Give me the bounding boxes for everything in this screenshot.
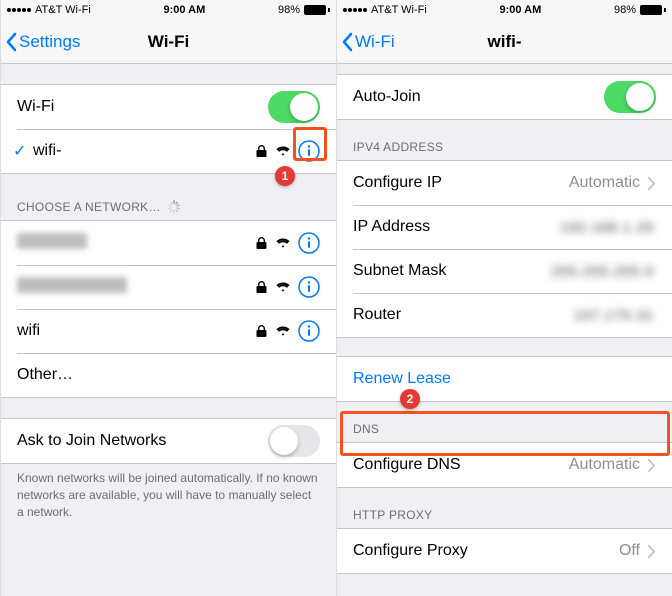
autojoin-switch[interactable] (604, 81, 656, 113)
callout-2: 2 (400, 389, 420, 409)
spinner-icon (167, 200, 181, 214)
configure-ip-value: Automatic (569, 174, 640, 192)
signal-dots-icon (7, 8, 31, 12)
configure-ip-row[interactable]: Configure IP Automatic (337, 161, 672, 205)
carrier-label: AT&T Wi-Fi (371, 4, 427, 16)
status-bar: AT&T Wi-Fi 9:00 AM 98% (1, 0, 336, 20)
nav-bar: Settings Wi-Fi (1, 20, 336, 64)
router-row: Router 107.170.31 (337, 293, 672, 337)
ask-join-label: Ask to Join Networks (17, 432, 268, 450)
ask-join-switch[interactable] (268, 425, 320, 457)
wifi-icon (276, 144, 290, 158)
wifi-icon (276, 236, 290, 250)
subnet-mask-value: 255.255.255.0 (551, 263, 654, 279)
battery-icon (304, 5, 330, 15)
back-button[interactable]: Wi-Fi (337, 32, 395, 52)
network-row[interactable] (1, 265, 336, 309)
info-icon[interactable] (298, 140, 320, 162)
renew-lease-row[interactable]: Renew Lease (337, 357, 672, 401)
status-bar: AT&T Wi-Fi 9:00 AM 98% (337, 0, 672, 20)
battery-percent: 98% (278, 4, 300, 16)
lock-icon (254, 144, 268, 158)
ip-address-row: IP Address 192.168.1.29 (337, 205, 672, 249)
router-label: Router (353, 306, 574, 324)
chevron-left-icon (341, 32, 353, 52)
http-proxy-header: HTTP PROXY (337, 502, 672, 528)
configure-ip-label: Configure IP (353, 174, 569, 192)
lock-icon (254, 324, 268, 338)
configure-proxy-label: Configure Proxy (353, 542, 619, 560)
info-icon[interactable] (298, 276, 320, 298)
network-row[interactable]: wifi (1, 309, 336, 353)
other-label: Other… (17, 366, 320, 384)
screen-wifi-detail: AT&T Wi-Fi 9:00 AM 98% Wi-Fi wifi- Auto-… (336, 0, 672, 596)
renew-lease-label: Renew Lease (353, 370, 656, 388)
info-icon[interactable] (298, 232, 320, 254)
chevron-right-icon (648, 545, 656, 558)
clock-label: 9:00 AM (164, 4, 206, 16)
wifi-toggle-label: Wi-Fi (17, 98, 268, 116)
ip-address-label: IP Address (353, 218, 560, 236)
chevron-right-icon (648, 459, 656, 472)
back-label: Settings (19, 32, 80, 52)
ipv4-header: IPV4 ADDRESS (337, 134, 672, 160)
lock-icon (254, 236, 268, 250)
carrier-label: AT&T Wi-Fi (35, 4, 91, 16)
battery-percent: 98% (614, 4, 636, 16)
configure-proxy-value: Off (619, 542, 640, 560)
back-label: Wi-Fi (355, 32, 395, 52)
subnet-mask-label: Subnet Mask (353, 262, 551, 280)
ip-address-value: 192.168.1.29 (560, 219, 654, 235)
back-button[interactable]: Settings (1, 32, 80, 52)
wifi-toggle-switch[interactable] (268, 91, 320, 123)
checkmark-icon: ✓ (13, 141, 33, 161)
wifi-icon (276, 324, 290, 338)
configure-dns-label: Configure DNS (353, 456, 569, 474)
network-row[interactable] (1, 221, 336, 265)
network-name-blurred (17, 277, 127, 293)
dns-header: DNS (337, 416, 672, 442)
subnet-mask-row: Subnet Mask 255.255.255.0 (337, 249, 672, 293)
wifi-icon (276, 280, 290, 294)
other-network-row[interactable]: Other… (1, 353, 336, 397)
signal-dots-icon (343, 8, 367, 12)
info-icon[interactable] (298, 320, 320, 342)
configure-proxy-row[interactable]: Configure Proxy Off (337, 529, 672, 573)
lock-icon (254, 280, 268, 294)
screen-wifi-list: AT&T Wi-Fi 9:00 AM 98% Settings Wi-Fi Wi… (0, 0, 336, 596)
connected-network-name: wifi- (33, 142, 254, 160)
nav-bar: Wi-Fi wifi- (337, 20, 672, 64)
network-name-blurred (17, 233, 87, 249)
ask-join-row: Ask to Join Networks (1, 419, 336, 463)
autojoin-row: Auto-Join (337, 75, 672, 119)
choose-network-header: CHOOSE A NETWORK… (1, 194, 336, 220)
clock-label: 9:00 AM (500, 4, 542, 16)
router-value: 107.170.31 (574, 307, 654, 323)
chevron-right-icon (648, 177, 656, 190)
autojoin-label: Auto-Join (353, 88, 604, 106)
ask-join-footer: Known networks will be joined automatica… (1, 464, 336, 526)
battery-icon (640, 5, 666, 15)
network-name: wifi (17, 322, 254, 340)
wifi-toggle-row: Wi-Fi (1, 85, 336, 129)
chevron-left-icon (5, 32, 17, 52)
callout-1: 1 (275, 166, 295, 186)
configure-dns-value: Automatic (569, 456, 640, 474)
configure-dns-row[interactable]: Configure DNS Automatic (337, 443, 672, 487)
